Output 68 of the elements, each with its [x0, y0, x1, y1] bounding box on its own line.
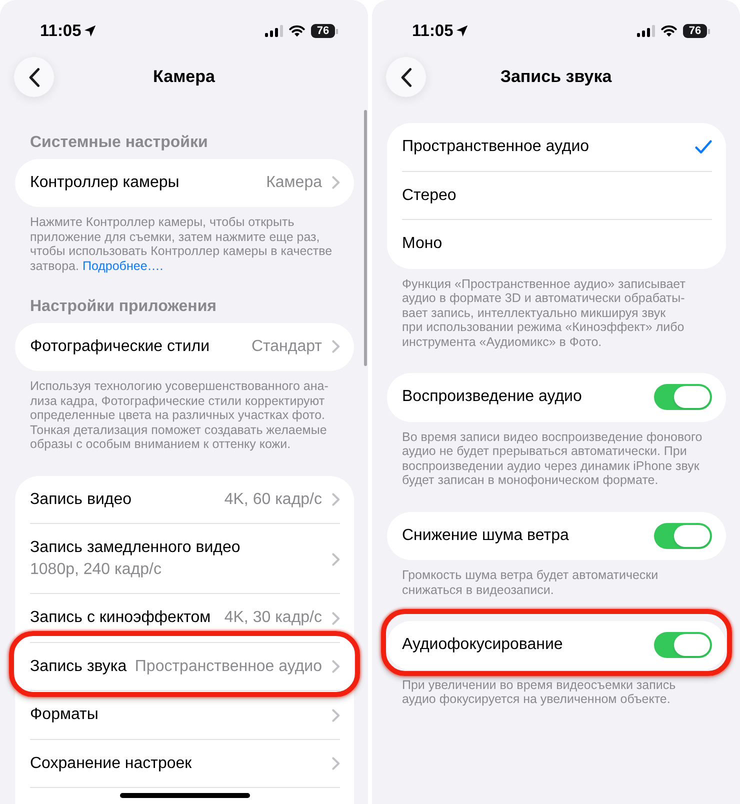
settings-row[interactable]: Сохранение настроек [15, 740, 354, 788]
toggle-label: Воспроизведение аудио [402, 387, 582, 408]
toggle-switch[interactable] [654, 522, 712, 549]
row-label: Запись с киноэффектом [30, 608, 211, 628]
row-label: Запись замедленного видео [30, 538, 240, 558]
option-label: Стерео [402, 186, 456, 206]
wifi-icon [289, 25, 305, 37]
row-label: Форматы [30, 705, 98, 726]
row-label: Контроллер камеры [30, 172, 180, 193]
chevron-right-icon [332, 552, 340, 566]
row-value: 4K, 60 кадр/с [224, 490, 322, 510]
settings-row[interactable]: Контроллер камеры Камера [15, 158, 354, 207]
wifi-icon [661, 25, 677, 37]
section-footer: При увеличении во время видеосъемки запись аудио фокусируется на увеличенном объекте. [402, 678, 676, 706]
option-row[interactable]: Моно [387, 220, 726, 268]
section-footer: Используя технологию усовершенствованного ана- лиза кадра, Фотографические стили корректируют определенные цвета на различных участках фото. Тонкая детализация поможет создавать желаемые образы с особым вниманием к оттенку кожи. [30, 379, 328, 452]
signal-icon [637, 25, 655, 37]
settings-row[interactable]: Запись звука Пространственное аудио [15, 642, 354, 691]
checkmark-icon [695, 140, 712, 154]
battery-indicator: 76 [683, 24, 710, 38]
option-label: Моно [402, 234, 442, 254]
back-button[interactable] [386, 57, 426, 97]
settings-row[interactable]: Фотографические стили Стандарт [15, 322, 354, 371]
settings-row[interactable]: Запись замедленного видео 1080p, 240 кадр/с [15, 524, 354, 594]
status-time: 11:05 [412, 21, 454, 42]
back-icon [400, 68, 412, 86]
battery-indicator: 76 [311, 24, 338, 38]
toggle-label: Снижение шума ветра [402, 526, 569, 546]
row-detail: 1080p, 240 кадр/с [30, 560, 162, 580]
section-header: Настройки приложения [30, 297, 217, 317]
option-row[interactable]: Стерео [387, 172, 726, 220]
location-arrow-icon [456, 25, 468, 37]
row-label: Фотографические стили [30, 336, 210, 357]
chevron-right-icon [332, 757, 340, 770]
signal-icon [265, 25, 283, 37]
option-row[interactable]: Пространственное аудио [387, 123, 726, 172]
settings-row[interactable]: Форматы [15, 691, 354, 740]
chevron-right-icon [332, 708, 340, 722]
toggle-label: Аудиофокусирование [402, 635, 563, 656]
section-header: Системные настройки [30, 133, 208, 153]
row-value: Камера [266, 172, 322, 193]
location-arrow-icon [84, 25, 96, 37]
option-label: Пространственное аудио [402, 137, 590, 158]
screen-title: Запись звука [500, 67, 612, 87]
chevron-right-icon [332, 660, 340, 674]
section-footer: Нажмите Контроллер камеры, чтобы открыть приложение для съемки, затем нажмите еще раз, чтобы использовать Контроллер камеры в качестве затвора. Подробнее…. [30, 215, 332, 273]
row-value: Пространственное аудио [134, 656, 322, 677]
toggle-switch[interactable] [654, 384, 712, 410]
status-time: 11:05 [40, 21, 82, 42]
back-button[interactable] [14, 57, 54, 97]
settings-row[interactable]: Запись с киноэффектом 4K, 30 кадр/с [15, 594, 354, 642]
chevron-right-icon [332, 612, 340, 625]
row-value: Стандарт [251, 336, 322, 357]
toggle-switch[interactable] [654, 632, 712, 658]
row-value: 4K, 30 кадр/с [224, 608, 322, 628]
section-footer: Во время записи видео воспроизведение фонового аудио не будет прерываться автоматически. При воспроизведении аудио через динамик iPhone звук будет записан в монофоническом формате. [402, 430, 702, 488]
back-icon [28, 68, 40, 86]
chevron-right-icon [332, 176, 340, 190]
row-label: Запись видео [30, 490, 132, 510]
section-footer: Функция «Пространственное аудио» записывает аудио в формате 3D и автоматически обрабаты- вает запись, интеллектуально микшируя звук при использовании режима «Киноэффект» либо инструмента «Аудиомикс» в Фото. [402, 276, 686, 349]
screen-title: Камера [153, 67, 215, 87]
row-label: Запись звука [30, 656, 127, 677]
row-label: Сохранение настроек [30, 754, 192, 774]
more-link[interactable]: Подробнее…. [82, 258, 164, 272]
chevron-right-icon [332, 493, 340, 506]
chevron-right-icon [332, 340, 340, 354]
settings-row[interactable]: Запись видео 4K, 60 кадр/с [15, 476, 354, 524]
section-footer: Громкость шума ветра будет автоматически снижаться в видеозаписи. [402, 568, 658, 597]
